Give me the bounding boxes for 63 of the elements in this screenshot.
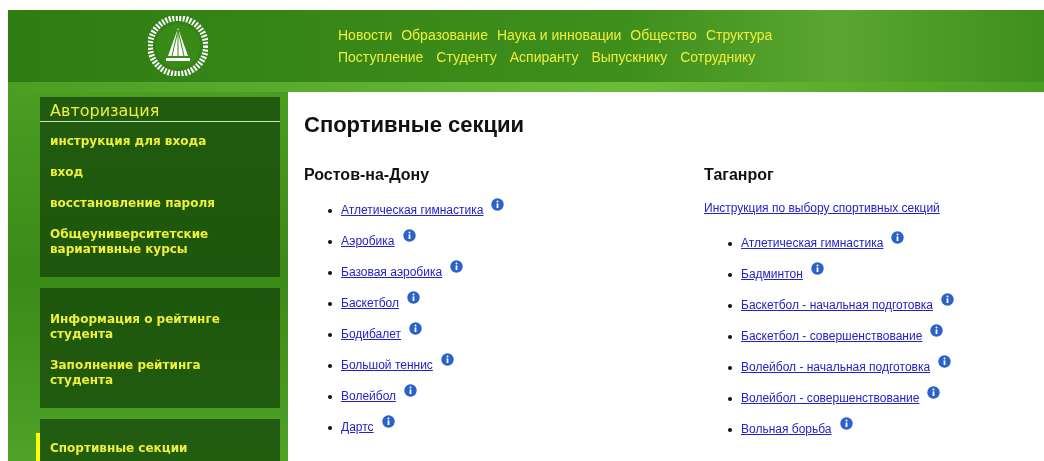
info-icon[interactable] <box>407 291 420 304</box>
info-icon[interactable] <box>891 231 905 244</box>
sport-section-link[interactable]: Баскетбол - начальная подготовка <box>741 298 934 312</box>
panel-title: Авторизация <box>40 101 280 122</box>
nav-link[interactable]: Поступление <box>338 49 424 65</box>
sidebar-item[interactable]: вход <box>36 157 280 188</box>
bullet-icon <box>328 271 332 275</box>
bullet-icon <box>328 302 332 306</box>
sport-section-link[interactable]: Баскетбол - совершенствование <box>741 329 923 343</box>
info-icon[interactable] <box>409 322 423 335</box>
bullet-icon <box>728 335 732 339</box>
sport-section-link[interactable]: Атлетическая гимнастика <box>341 203 484 217</box>
sport-section-link[interactable]: Аэробика <box>341 234 395 248</box>
bullet-icon <box>328 364 332 368</box>
sport-section-link[interactable]: Волейбол - совершенствование <box>741 391 920 405</box>
sidebar-item[interactable]: восстановление пароля <box>36 188 280 219</box>
sidebar-item[interactable]: инструкция для входа <box>36 126 280 157</box>
info-icon[interactable] <box>941 293 955 306</box>
info-icon[interactable] <box>440 353 454 366</box>
sport-section-link[interactable]: Волейбол - начальная подготовка <box>741 360 931 374</box>
sport-section-link[interactable]: Баскетбол <box>341 296 399 310</box>
info-icon[interactable] <box>810 262 824 275</box>
sidebar-item[interactable]: Спортивные секции <box>36 433 280 461</box>
info-icon[interactable] <box>402 229 416 242</box>
bullet-icon <box>728 366 732 370</box>
bullet-icon <box>728 428 732 432</box>
info-icon[interactable] <box>491 198 505 211</box>
bullet-icon <box>328 426 332 430</box>
page-title: Спортивные секции <box>304 112 526 138</box>
nav-link[interactable]: Студенту <box>436 49 497 65</box>
sport-section-link[interactable]: Волейбол <box>341 389 397 403</box>
bullet-icon <box>328 209 332 213</box>
sport-section-link[interactable]: Вольная борьба <box>741 422 832 436</box>
city-heading: Таганрог <box>704 166 775 184</box>
info-icon[interactable] <box>381 415 395 428</box>
sport-section-link[interactable]: Атлетическая гимнастика <box>741 236 884 250</box>
bullet-icon <box>728 304 732 308</box>
nav-link[interactable]: Наука и инновации <box>497 27 622 43</box>
university-logo-icon[interactable] <box>148 16 208 76</box>
info-icon[interactable] <box>930 324 944 337</box>
bullet-icon <box>328 333 332 337</box>
city-heading: Ростов-на-Дону <box>304 166 431 184</box>
bullet-icon <box>728 273 732 277</box>
bullet-icon <box>328 240 332 244</box>
info-icon[interactable] <box>839 417 853 430</box>
bullet-icon <box>728 242 732 246</box>
info-icon[interactable] <box>927 386 941 399</box>
bullet-icon <box>328 395 332 399</box>
sidebar-item[interactable]: Информация о рейтинге студента <box>36 304 280 350</box>
info-icon[interactable] <box>938 355 952 368</box>
instruction-link[interactable]: Инструкция по выбору спортивных секций <box>704 201 940 215</box>
nav-link[interactable]: Новости <box>338 27 393 43</box>
nav-link[interactable]: Образование <box>401 27 488 43</box>
sport-section-link[interactable]: Базовая аэробика <box>341 265 443 279</box>
info-icon[interactable] <box>404 384 418 397</box>
sport-section-link[interactable]: Бодибалет <box>341 327 402 341</box>
sidebar-item[interactable]: Общеуниверситетские вариативные курсы <box>36 219 280 265</box>
sport-section-link[interactable]: Бадминтон <box>741 267 803 281</box>
sport-section-link[interactable]: Большой теннис <box>341 358 433 372</box>
bullet-icon <box>728 397 732 401</box>
info-icon[interactable] <box>450 260 464 273</box>
sport-section-link[interactable]: Дартс <box>341 420 374 434</box>
sidebar-item[interactable]: Заполнение рейтинга студента <box>36 350 280 396</box>
